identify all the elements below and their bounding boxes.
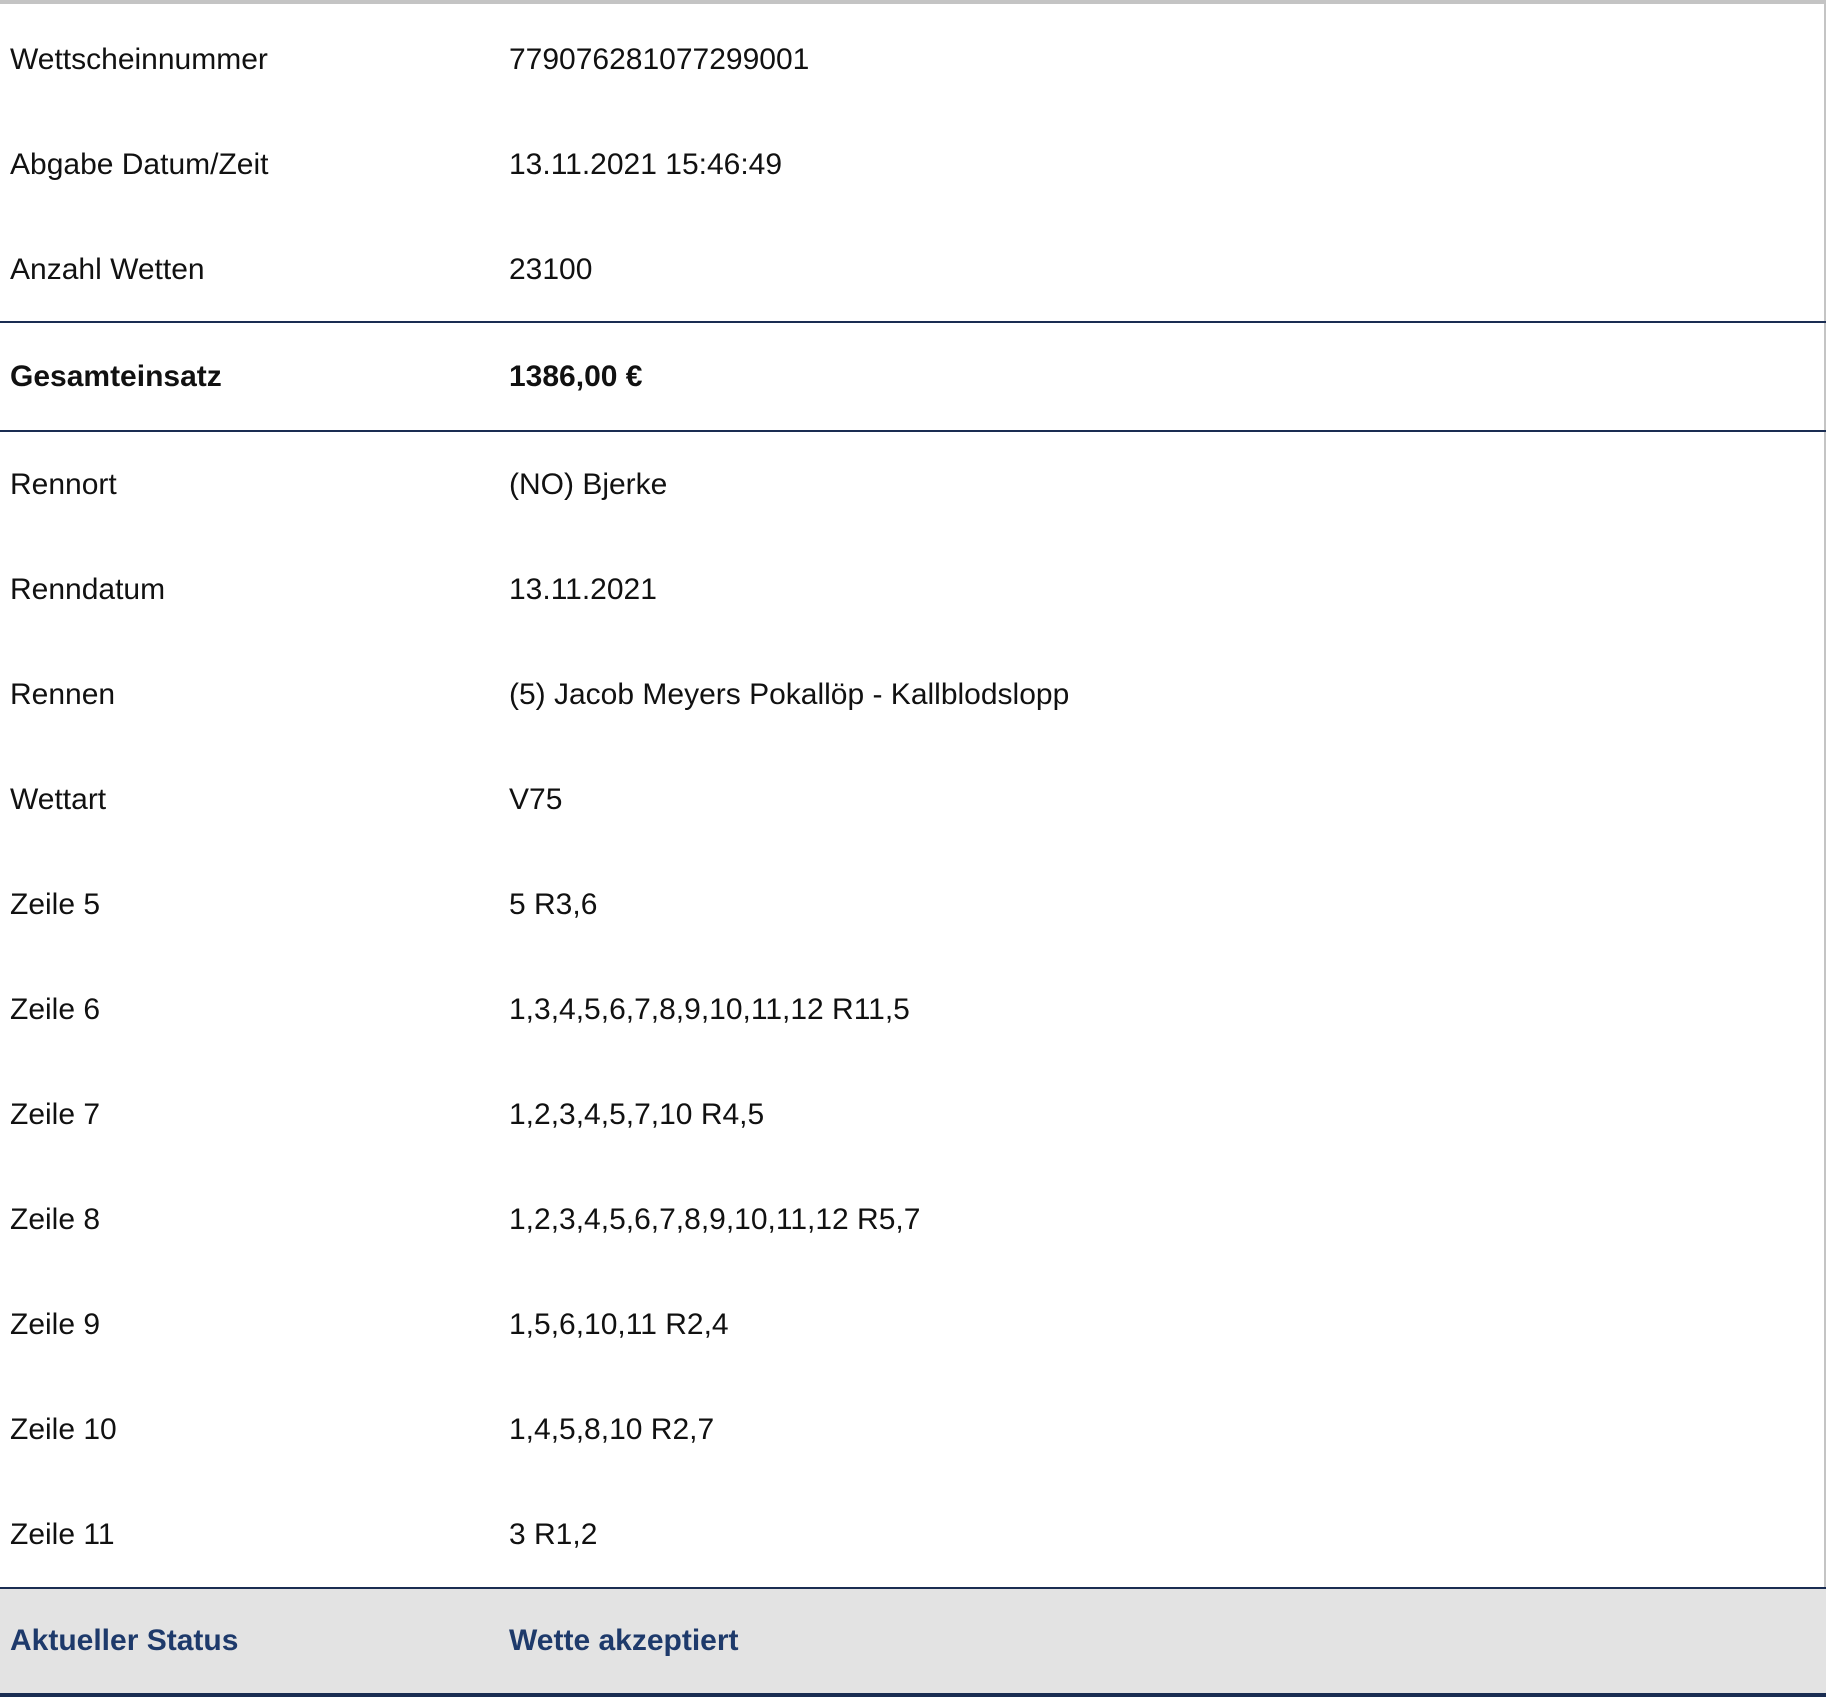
- race-date-label: Renndatum: [10, 572, 166, 606]
- row-bet-type: Wettart V75: [0, 747, 1826, 852]
- total-stake-value: 1386,00 €: [509, 359, 643, 393]
- row-submission-datetime: Abgabe Datum/Zeit 13.11.2021 15:46:49: [0, 112, 1826, 217]
- row-bet-count: Anzahl Wetten 23100: [0, 217, 1826, 322]
- race-date-value: 13.11.2021: [509, 572, 657, 606]
- race-venue-value: (NO) Bjerke: [509, 467, 668, 501]
- line-6-value: 1,3,4,5,6,7,8,9,10,11,12 R11,5: [509, 992, 910, 1026]
- line-6-label: Zeile 6: [10, 992, 101, 1026]
- row-current-status: Aktueller Status Wette akzeptiert: [0, 1587, 1826, 1697]
- line-5-label: Zeile 5: [10, 887, 101, 921]
- total-stake-label: Gesamteinsatz: [10, 359, 222, 393]
- row-line-11: Zeile 11 3 R1,2: [0, 1482, 1826, 1587]
- submission-datetime-label: Abgabe Datum/Zeit: [10, 147, 269, 181]
- bet-type-label: Wettart: [10, 782, 107, 816]
- line-11-label: Zeile 11: [10, 1517, 115, 1551]
- row-total-stake: Gesamteinsatz 1386,00 €: [0, 321, 1826, 432]
- current-status-value: Wette akzeptiert: [509, 1624, 739, 1657]
- row-race-date: Renndatum 13.11.2021: [0, 537, 1826, 642]
- current-status-label: Aktueller Status: [10, 1624, 239, 1657]
- line-7-value: 1,2,3,4,5,7,10 R4,5: [509, 1097, 765, 1131]
- race-venue-label: Rennort: [10, 467, 117, 501]
- row-ticket-number: Wettscheinnummer 779076281077299001: [0, 8, 1826, 112]
- row-line-7: Zeile 7 1,2,3,4,5,7,10 R4,5: [0, 1062, 1826, 1167]
- row-race: Rennen (5) Jacob Meyers Pokallöp - Kallb…: [0, 642, 1826, 747]
- row-line-10: Zeile 10 1,4,5,8,10 R2,7: [0, 1377, 1826, 1482]
- row-line-5: Zeile 5 5 R3,6: [0, 852, 1826, 957]
- submission-datetime-value: 13.11.2021 15:46:49: [509, 147, 783, 181]
- line-8-value: 1,2,3,4,5,6,7,8,9,10,11,12 R5,7: [509, 1202, 921, 1236]
- ticket-number-value: 779076281077299001: [509, 43, 810, 76]
- row-race-venue: Rennort (NO) Bjerke: [0, 432, 1826, 537]
- race-value: (5) Jacob Meyers Pokallöp - Kallblodslop…: [509, 677, 1070, 711]
- row-line-6: Zeile 6 1,3,4,5,6,7,8,9,10,11,12 R11,5: [0, 957, 1826, 1062]
- ticket-number-label: Wettscheinnummer: [10, 43, 268, 76]
- bet-type-value: V75: [509, 782, 563, 816]
- line-10-value: 1,4,5,8,10 R2,7: [509, 1412, 715, 1446]
- row-line-8: Zeile 8 1,2,3,4,5,6,7,8,9,10,11,12 R5,7: [0, 1167, 1826, 1272]
- bet-count-value: 23100: [509, 252, 593, 286]
- line-5-value: 5 R3,6: [509, 887, 598, 921]
- line-7-label: Zeile 7: [10, 1097, 101, 1131]
- line-9-label: Zeile 9: [10, 1307, 101, 1341]
- line-10-label: Zeile 10: [10, 1412, 117, 1446]
- bet-ticket-details: Wettscheinnummer 779076281077299001 Abga…: [0, 0, 1826, 1697]
- race-label: Rennen: [10, 677, 116, 711]
- row-line-9: Zeile 9 1,5,6,10,11 R2,4: [0, 1272, 1826, 1377]
- line-11-value: 3 R1,2: [509, 1517, 598, 1551]
- line-9-value: 1,5,6,10,11 R2,4: [509, 1307, 729, 1341]
- bet-count-label: Anzahl Wetten: [10, 252, 205, 286]
- line-8-label: Zeile 8: [10, 1202, 101, 1236]
